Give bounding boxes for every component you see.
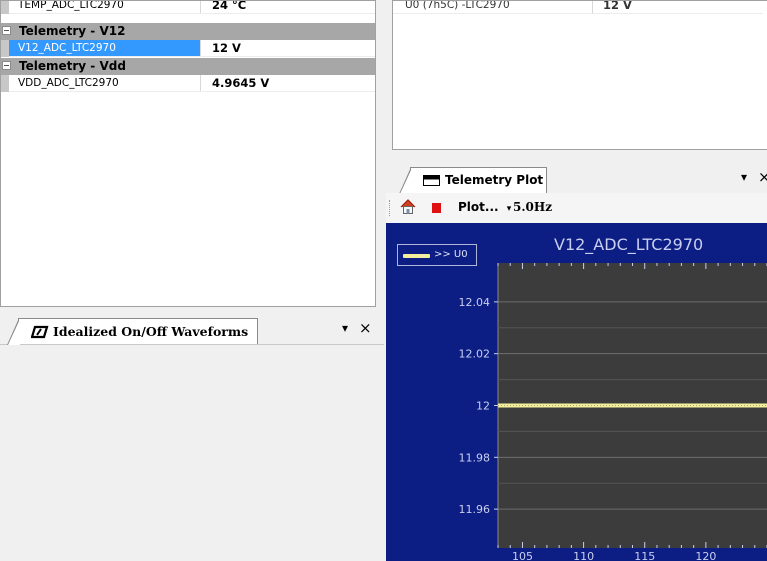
legend-series-name: >> U0 — [434, 249, 468, 260]
sample-rate-label[interactable]: 5.0Hz — [513, 200, 552, 214]
tree-row-temp-adc[interactable]: TEMP_ADC_LTC2970 24 °C — [1, 1, 375, 14]
device-list: U0 (7h5C) -LTC2970 12 V — [392, 0, 767, 150]
close-icon[interactable]: × — [359, 319, 372, 337]
y-tick-label: 12 — [476, 400, 490, 413]
device-name: U0 (7h5C) -LTC2970 — [393, 1, 593, 14]
y-tick-label: 12.04 — [459, 296, 491, 309]
tree-group-vdd[interactable]: Telemetry - Vdd — [1, 58, 375, 75]
plot-window-icon — [423, 175, 440, 189]
plot-menu-button[interactable]: Plot... ▾ — [458, 200, 511, 214]
telemetry-tree: TEMP_ADC_LTC2970 24 °C Telemetry - V12 V… — [0, 0, 376, 307]
home-icon[interactable] — [400, 199, 416, 218]
panel-menu-icon[interactable]: ▾ — [741, 170, 747, 184]
tab-label: Telemetry Plot — [445, 173, 544, 187]
tree-item-name: V12_ADC_LTC2970 — [9, 40, 201, 57]
tab-idealized-waveforms[interactable]: Idealized On/Off Waveforms — [7, 318, 258, 345]
telemetry-chart[interactable]: 12.04 12.02 12 11.98 11.96 105 110 115 120 — [386, 223, 767, 561]
collapse-icon[interactable] — [2, 26, 11, 35]
plot-panel-tabstrip: Telemetry Plot ▾ × — [386, 162, 767, 194]
legend-swatch — [403, 254, 430, 258]
y-tick-label: 12.02 — [459, 348, 491, 361]
tab-telemetry-plot[interactable]: Telemetry Plot — [399, 167, 547, 194]
x-tick-label: 105 — [512, 550, 533, 561]
device-row-u0[interactable]: U0 (7h5C) -LTC2970 12 V — [393, 1, 767, 14]
waveform-icon — [30, 325, 49, 342]
tree-item-value: 12 V — [202, 40, 375, 57]
y-tick-label: 11.98 — [459, 451, 491, 464]
tree-group-v12[interactable]: Telemetry - V12 — [1, 23, 375, 40]
tree-item-name: TEMP_ADC_LTC2970 — [9, 1, 201, 14]
x-tick-label: 120 — [695, 550, 716, 561]
tree-row-vdd-adc[interactable]: VDD_ADC_LTC2970 4.9645 V — [1, 75, 375, 92]
y-tick-label: 11.96 — [459, 503, 491, 516]
chevron-down-icon: ▾ — [506, 204, 512, 214]
idealized-panel-tabstrip: Idealized On/Off Waveforms ▾ × — [0, 308, 384, 345]
panel-menu-icon[interactable]: ▾ — [342, 321, 348, 335]
tree-group-label: Telemetry - Vdd — [19, 59, 126, 73]
chart-title: V12_ADC_LTC2970 — [554, 235, 704, 254]
device-value: 12 V — [593, 1, 763, 14]
x-tick-label: 115 — [634, 550, 655, 561]
toolbar-grip[interactable] — [389, 200, 391, 216]
plot-toolbar: Plot... ▾ 5.0Hz — [386, 193, 767, 223]
close-icon[interactable]: × — [758, 168, 767, 186]
chart-legend[interactable]: >> U0 — [397, 244, 477, 266]
tree-group-label: Telemetry - V12 — [19, 24, 126, 38]
tree-item-value: 4.9645 V — [202, 75, 375, 92]
telemetry-plot[interactable]: 12.04 12.02 12 11.98 11.96 105 110 115 120 V12_A… — [386, 223, 767, 561]
tab-label: Idealized On/Off Waveforms — [53, 324, 249, 339]
x-tick-label: 110 — [573, 550, 594, 561]
collapse-icon[interactable] — [2, 61, 11, 70]
tree-item-name: VDD_ADC_LTC2970 — [9, 75, 201, 92]
tree-item-value: 24 °C — [202, 1, 375, 14]
stop-icon[interactable] — [432, 203, 441, 213]
plot-menu-label: Plot... — [458, 200, 499, 214]
tree-row-v12-adc[interactable]: V12_ADC_LTC2970 12 V — [1, 40, 375, 57]
